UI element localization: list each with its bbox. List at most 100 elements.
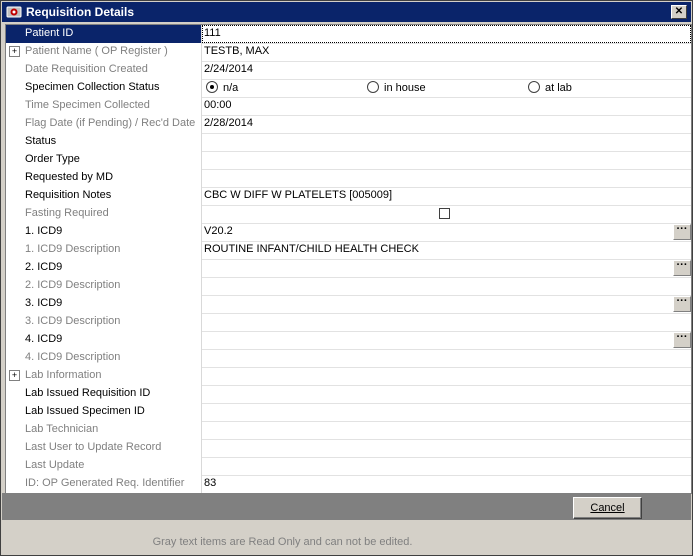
row-value-cell[interactable] [202, 385, 691, 403]
row-value-cell[interactable]: V20.2 ··· [202, 223, 691, 241]
radio-option[interactable]: n/a [206, 81, 238, 94]
row-label-text: Time Specimen Collected [25, 99, 150, 111]
cancel-button-label: Cancel [590, 502, 625, 514]
radio-circle-icon [367, 81, 379, 93]
row-value-cell: 2/28/2014 [202, 115, 691, 133]
grid-row: Patient ID 111 [6, 25, 691, 44]
row-value-cell[interactable] [202, 169, 691, 187]
grid-row: Requested by MD [6, 169, 691, 188]
radio-option[interactable]: at lab [528, 81, 572, 94]
row-value-cell[interactable] [202, 151, 691, 169]
row-label[interactable]: Requisition Notes [6, 187, 202, 205]
row-label[interactable]: Patient ID [6, 25, 202, 43]
cancel-button[interactable]: Cancel [573, 497, 642, 519]
row-label[interactable]: + Patient Name ( OP Register ) [6, 43, 202, 61]
row-value-cell: 83 [202, 475, 691, 493]
row-label-text: 4. ICD9 [25, 333, 63, 345]
row-value-cell [202, 277, 691, 295]
ellipsis-lookup-button[interactable]: ··· [673, 332, 691, 348]
expand-plus-icon[interactable]: + [9, 370, 20, 381]
grid-row: Time Specimen Collected 00:00 [6, 97, 691, 116]
read-only-note: Gray text items are Read Only and can no… [152, 536, 413, 548]
row-label-text: 1. ICD9 Description [25, 243, 121, 255]
ellipsis-lookup-button[interactable]: ··· [673, 224, 691, 240]
row-label[interactable]: 4. ICD9 Description [6, 349, 202, 367]
window-title: Requisition Details [26, 5, 135, 19]
row-value-cell: TESTB, MAX [202, 43, 691, 61]
row-label[interactable]: 2. ICD9 [6, 259, 202, 277]
row-value-cell[interactable] [202, 133, 691, 151]
row-value-text: TESTB, MAX [204, 45, 270, 57]
row-label[interactable]: Status [6, 133, 202, 151]
grid-row: Lab Technician [6, 421, 691, 440]
row-value-cell[interactable] [202, 403, 691, 421]
row-label[interactable]: 3. ICD9 [6, 295, 202, 313]
row-label-text: Lab Information [25, 369, 102, 381]
row-label-text: ID: OP Generated Req. Identifier [25, 477, 185, 489]
expand-plus-icon[interactable]: + [9, 46, 20, 57]
row-value-cell[interactable]: ··· [202, 259, 691, 277]
row-label-text: Specimen Collection Status [25, 81, 160, 93]
row-value-text: ROUTINE INFANT/CHILD HEALTH CHECK [204, 243, 419, 255]
grid-row: + Patient Name ( OP Register ) TESTB, MAX [6, 43, 691, 62]
row-label[interactable]: Last Update [6, 457, 202, 475]
row-label[interactable]: Date Requisition Created [6, 61, 202, 79]
row-label[interactable]: Lab Issued Requisition ID [6, 385, 202, 403]
row-label[interactable]: 1. ICD9 Description [6, 241, 202, 259]
row-label-text: Requisition Notes [25, 189, 112, 201]
row-label[interactable]: Time Specimen Collected [6, 97, 202, 115]
app-icon [6, 6, 22, 18]
row-label[interactable]: 1. ICD9 [6, 223, 202, 241]
row-label-text: Order Type [25, 153, 80, 165]
row-value-cell [202, 439, 691, 457]
row-label[interactable]: Last User to Update Record [6, 439, 202, 457]
radio-circle-icon [528, 81, 540, 93]
row-value-text: 2/24/2014 [204, 63, 253, 75]
row-label[interactable]: Fasting Required [6, 205, 202, 223]
row-label-text: Lab Issued Specimen ID [25, 405, 145, 417]
grid-row: 4. ICD9 Description [6, 349, 691, 368]
row-value-cell [202, 349, 691, 367]
row-label[interactable]: Specimen Collection Status [6, 79, 202, 97]
ellipsis-lookup-button[interactable]: ··· [673, 260, 691, 276]
row-label-text: Fasting Required [25, 207, 109, 219]
row-value-text: 111 [204, 27, 221, 39]
radio-option[interactable]: in house [367, 81, 426, 94]
close-icon: ✕ [674, 6, 684, 17]
row-label[interactable]: Order Type [6, 151, 202, 169]
title-bar[interactable]: Requisition Details ✕ [2, 2, 691, 22]
fasting-checkbox[interactable] [439, 208, 450, 219]
row-label[interactable]: Flag Date (if Pending) / Rec'd Date [6, 115, 202, 133]
row-label-text: 2. ICD9 Description [25, 279, 121, 291]
row-value-cell: ROUTINE INFANT/CHILD HEALTH CHECK [202, 241, 691, 259]
row-label[interactable]: ID: OP Generated Req. Identifier [6, 475, 202, 493]
row-label[interactable]: Lab Technician [6, 421, 202, 439]
ellipsis-lookup-button[interactable]: ··· [673, 296, 691, 312]
grid-row: Status [6, 133, 691, 152]
grid-row: Last User to Update Record [6, 439, 691, 458]
row-label[interactable]: 2. ICD9 Description [6, 277, 202, 295]
close-button[interactable]: ✕ [671, 5, 687, 19]
radio-label: in house [384, 82, 426, 94]
row-value-text: 00:00 [204, 99, 232, 111]
row-value-cell [202, 421, 691, 439]
row-label-text: 3. ICD9 [25, 297, 63, 309]
row-value-cell[interactable]: ··· [202, 295, 691, 313]
row-label-text: 1. ICD9 [25, 225, 63, 237]
grid-row: Order Type [6, 151, 691, 170]
row-value-cell[interactable]: 111 [202, 25, 691, 43]
row-label[interactable]: Lab Issued Specimen ID [6, 403, 202, 421]
grid-row: 1. ICD9 V20.2 ··· [6, 223, 691, 242]
grid-row: 2. ICD9 Description [6, 277, 691, 296]
row-value-cell[interactable]: ··· [202, 331, 691, 349]
row-label[interactable]: 3. ICD9 Description [6, 313, 202, 331]
row-value-cell [202, 205, 691, 223]
grid-row: Specimen Collection Status n/a in house at … [6, 79, 691, 98]
row-label[interactable]: Requested by MD [6, 169, 202, 187]
row-label[interactable]: + Lab Information [6, 367, 202, 385]
grid-row: Fasting Required [6, 205, 691, 224]
row-value-cell[interactable]: CBC W DIFF W PLATELETS [005009] [202, 187, 691, 205]
row-value-text: 2/28/2014 [204, 117, 253, 129]
row-label[interactable]: 4. ICD9 [6, 331, 202, 349]
row-value-cell[interactable]: n/a in house at lab [202, 79, 691, 97]
